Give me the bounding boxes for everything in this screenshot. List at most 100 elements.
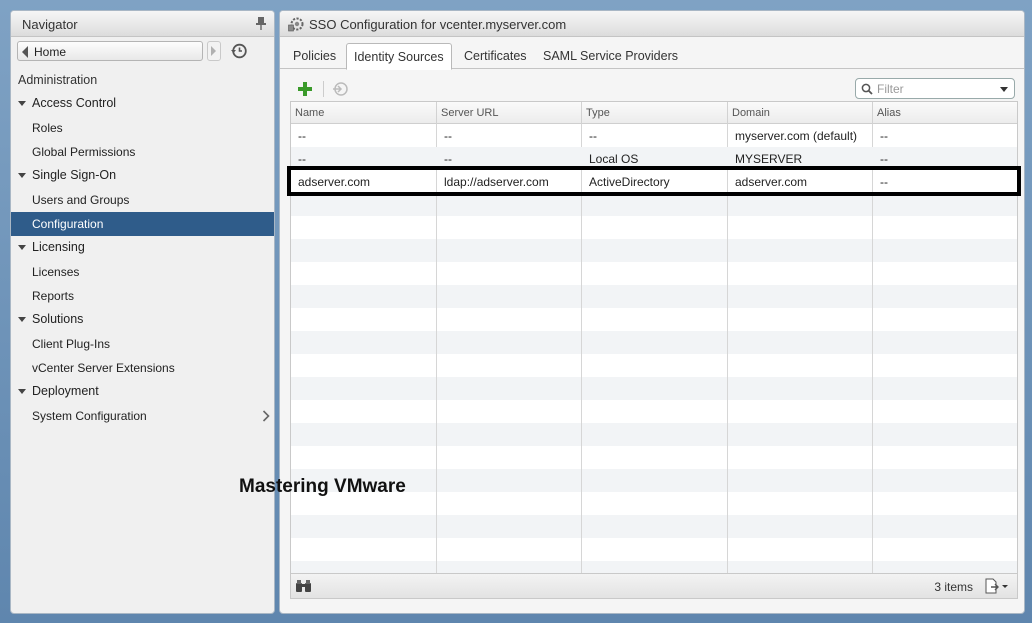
nav-item-label: Client Plug-Ins xyxy=(32,337,111,351)
nav-item-label: Global Permissions xyxy=(32,145,136,159)
main-panel: SSO Configuration for vcenter.myserver.c… xyxy=(279,10,1025,614)
section-administration: Administration xyxy=(18,73,98,87)
nav-item-label: Roles xyxy=(32,121,63,135)
column-header-server-url[interactable]: Server URL xyxy=(437,102,582,124)
cell-type: -- xyxy=(589,129,597,143)
cell-alias: -- xyxy=(880,129,888,143)
cell-server-url: -- xyxy=(444,129,452,143)
column-header-domain[interactable]: Domain xyxy=(728,102,873,124)
expand-caret-icon[interactable] xyxy=(18,173,26,178)
binoculars-icon[interactable] xyxy=(295,579,312,593)
edit-icon[interactable] xyxy=(331,80,349,98)
group-access-control[interactable]: Access Control xyxy=(11,92,274,116)
nav-item-label: Users and Groups xyxy=(32,193,130,207)
tab-certificates[interactable]: Certificates xyxy=(457,43,534,69)
forward-arrow-icon xyxy=(211,46,216,56)
cell-type: ActiveDirectory xyxy=(589,175,670,189)
main-header: SSO Configuration for vcenter.myserver.c… xyxy=(280,11,1024,37)
empty-row xyxy=(291,561,1017,573)
cell-name: -- xyxy=(298,129,306,143)
nav-item-client-plug-ins[interactable]: Client Plug-Ins xyxy=(11,332,274,356)
nav-item-global-permissions[interactable]: Global Permissions xyxy=(11,140,274,164)
table-footer: 3 items xyxy=(290,574,1018,599)
nav-item-system-configuration[interactable]: System Configuration xyxy=(11,404,274,428)
navigator-panel: Navigator Home Administration Access Con… xyxy=(10,10,275,614)
group-single-sign-on[interactable]: Single Sign-On xyxy=(11,164,274,188)
history-icon[interactable] xyxy=(230,42,248,60)
nav-item-label: Configuration xyxy=(32,217,104,231)
table-header: Name Server URL Type Domain Alias xyxy=(291,102,1017,124)
group-deployment[interactable]: Deployment xyxy=(11,380,274,404)
group-label: Single Sign-On xyxy=(32,168,117,182)
empty-row xyxy=(291,423,1017,446)
cell-type: Local OS xyxy=(589,152,639,166)
nav-item-reports[interactable]: Reports xyxy=(11,284,274,308)
cell-domain: myserver.com (default) xyxy=(735,129,858,143)
nav-item-label: System Configuration xyxy=(32,409,147,423)
navigator-title: Navigator xyxy=(22,17,78,32)
table-row[interactable]: adserver.com ldap://adserver.com ActiveD… xyxy=(291,170,1017,193)
page-title: SSO Configuration for vcenter.myserver.c… xyxy=(309,17,567,32)
nav-item-label: Reports xyxy=(32,289,75,303)
pin-icon[interactable] xyxy=(254,16,268,30)
cell-alias: -- xyxy=(880,175,888,189)
group-label: Deployment xyxy=(32,384,99,398)
nav-item-users-and-groups[interactable]: Users and Groups xyxy=(11,188,274,212)
tab-bar: Policies Identity Sources Certificates S… xyxy=(280,43,1024,70)
empty-row xyxy=(291,331,1017,354)
table-row[interactable]: -- -- -- myserver.com (default) -- xyxy=(291,124,1017,147)
toolbar-separator xyxy=(323,81,324,97)
table-body: -- -- -- myserver.com (default) -- -- --… xyxy=(291,124,1017,573)
nav-item-configuration[interactable]: Configuration xyxy=(11,212,274,236)
expand-caret-icon[interactable] xyxy=(18,317,26,322)
table-row[interactable]: -- -- Local OS MYSERVER -- xyxy=(291,147,1017,170)
empty-row xyxy=(291,377,1017,400)
export-icon[interactable] xyxy=(983,578,1009,594)
toolbar xyxy=(280,77,1024,101)
nav-item-vcenter-server-extensions[interactable]: vCenter Server Extensions xyxy=(11,356,274,380)
filter-input[interactable] xyxy=(877,81,987,96)
filter-dropdown-icon[interactable] xyxy=(1000,87,1008,92)
items-count: 3 items xyxy=(934,580,973,594)
group-label: Solutions xyxy=(32,312,84,326)
cell-server-url: ldap://adserver.com xyxy=(444,175,549,189)
sso-config-icon xyxy=(288,17,304,32)
filter-input-box[interactable] xyxy=(855,78,1015,99)
cell-alias: -- xyxy=(880,152,888,166)
group-licensing[interactable]: Licensing xyxy=(11,236,274,260)
expand-caret-icon[interactable] xyxy=(18,245,26,250)
group-solutions[interactable]: Solutions xyxy=(11,308,274,332)
home-nav-row: Home xyxy=(15,41,274,63)
tab-saml-service-providers[interactable]: SAML Service Providers xyxy=(536,43,685,69)
group-label: Licensing xyxy=(32,240,85,254)
empty-row xyxy=(291,193,1017,216)
nav-item-label: Licenses xyxy=(32,265,80,279)
expand-caret-icon[interactable] xyxy=(18,389,26,394)
cell-server-url: -- xyxy=(444,152,452,166)
nav-item-licenses[interactable]: Licenses xyxy=(11,260,274,284)
home-label: Home xyxy=(34,45,67,59)
column-header-name[interactable]: Name xyxy=(291,102,437,124)
cell-name: adserver.com xyxy=(298,175,371,189)
nav-item-label: vCenter Server Extensions xyxy=(32,361,175,375)
empty-row xyxy=(291,239,1017,262)
expand-caret-icon[interactable] xyxy=(18,101,26,106)
forward-button[interactable] xyxy=(207,41,221,61)
home-back-button[interactable]: Home xyxy=(17,41,203,61)
navigator-tree: Administration Access Control Roles Glob… xyxy=(11,69,274,428)
tab-identity-sources[interactable]: Identity Sources xyxy=(346,43,452,70)
group-label: Access Control xyxy=(32,96,117,110)
cell-name: -- xyxy=(298,152,306,166)
column-header-alias[interactable]: Alias xyxy=(873,102,1017,124)
add-icon[interactable] xyxy=(296,80,314,98)
chevron-right-icon[interactable] xyxy=(262,410,270,422)
tab-policies[interactable]: Policies xyxy=(286,43,343,69)
identity-sources-table: Name Server URL Type Domain Alias -- -- … xyxy=(290,101,1018,574)
empty-row xyxy=(291,515,1017,538)
nav-item-roles[interactable]: Roles xyxy=(11,116,274,140)
cell-domain: adserver.com xyxy=(735,175,808,189)
column-header-type[interactable]: Type xyxy=(582,102,728,124)
cell-domain: MYSERVER xyxy=(735,152,803,166)
empty-row xyxy=(291,285,1017,308)
back-arrow-icon xyxy=(22,46,28,58)
